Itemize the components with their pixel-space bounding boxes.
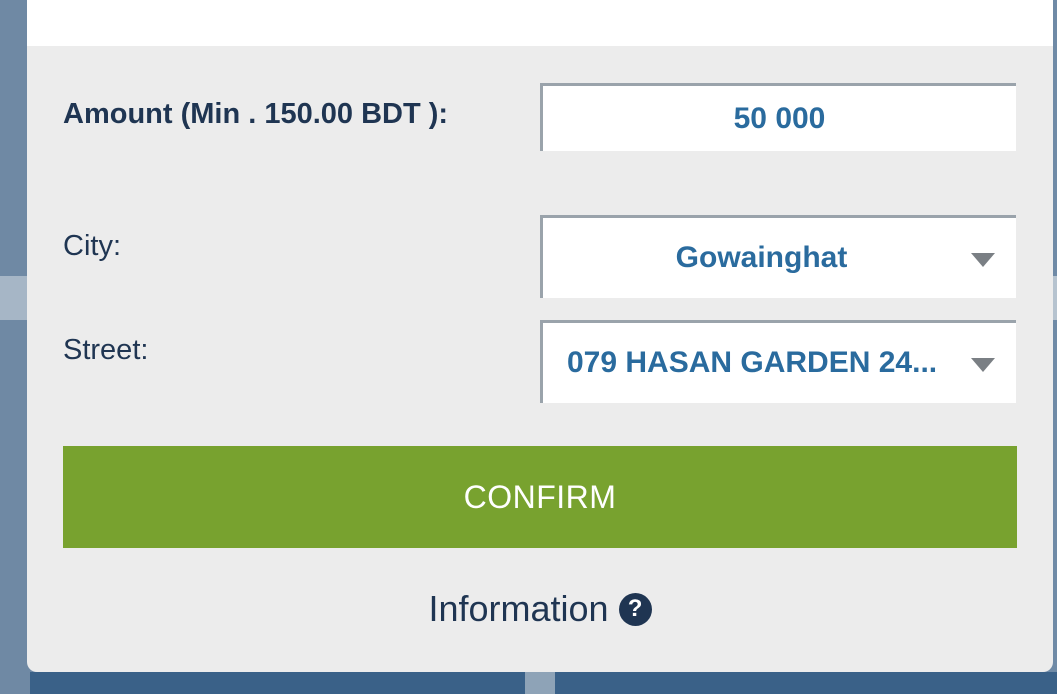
amount-input[interactable]: 50 000 [540, 83, 1016, 151]
chevron-down-icon [971, 358, 995, 372]
street-select[interactable]: 079 HASAN GARDEN 24... [540, 320, 1016, 403]
street-label: Street: [63, 334, 149, 366]
amount-value: 50 000 [733, 101, 826, 135]
question-circle-icon[interactable]: ? [618, 592, 652, 626]
information-link[interactable]: Information ? [27, 588, 1053, 630]
chevron-down-icon [971, 253, 995, 267]
city-value: Gowainghat [675, 241, 848, 274]
modal-header [27, 0, 1053, 46]
background-panel-left [30, 672, 525, 694]
amount-label: Amount (Min . 150.00 BDT ): [63, 98, 449, 130]
background-panel-right [555, 672, 1057, 694]
background-page-left [0, 0, 30, 694]
city-label: City: [63, 230, 121, 262]
background-page-strip-right [1053, 276, 1057, 320]
background-panel-gap [525, 672, 555, 694]
confirm-button[interactable]: CONFIRM [63, 446, 1017, 548]
deposit-modal: Amount (Min . 150.00 BDT ): 50 000 City:… [27, 0, 1053, 672]
background-page-strip [0, 276, 30, 320]
city-select[interactable]: Gowainghat [540, 215, 1016, 298]
street-value: 079 HASAN GARDEN 24... [567, 346, 938, 379]
information-label: Information [428, 588, 609, 629]
